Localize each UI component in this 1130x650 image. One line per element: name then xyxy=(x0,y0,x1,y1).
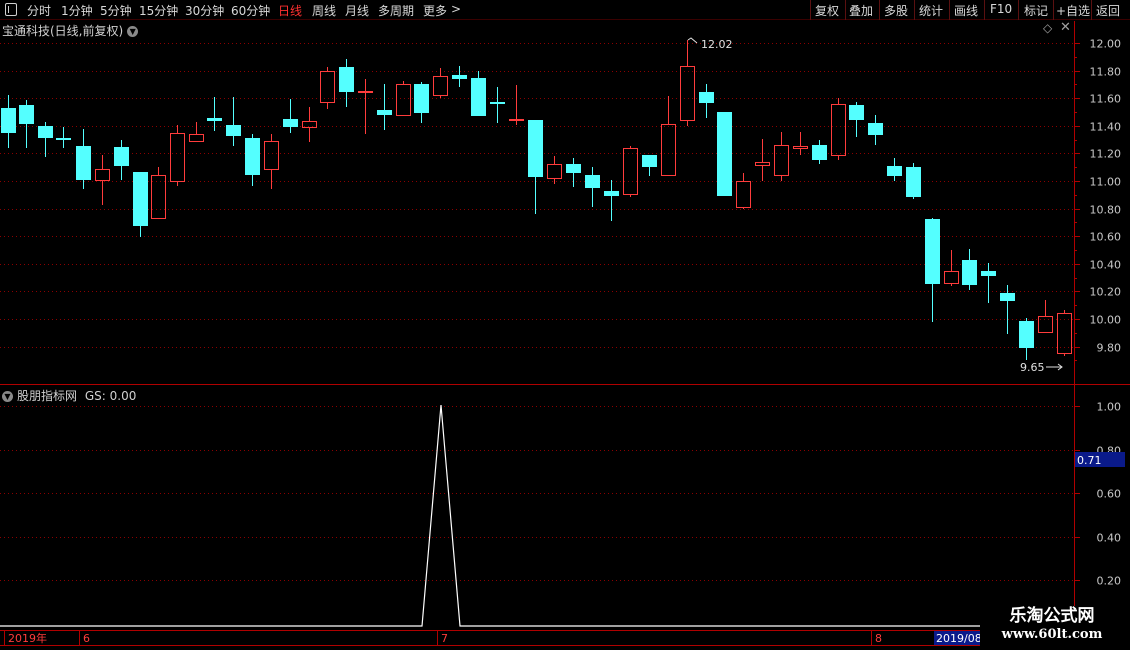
candle-body xyxy=(849,105,864,120)
price-tick-label: 9.80 xyxy=(1097,342,1122,355)
indicator-line xyxy=(0,404,980,627)
candle-body xyxy=(207,118,222,121)
candle-body xyxy=(283,119,298,127)
candle-body xyxy=(1019,321,1034,348)
candle-body xyxy=(452,75,467,79)
watermark-title: 乐淘公式网 xyxy=(1009,606,1095,626)
indicator-tick-label: 1.00 xyxy=(1097,401,1122,414)
time-axis-label: 7 xyxy=(441,632,448,645)
time-axis-label: 8 xyxy=(875,632,882,645)
price-tick-label: 10.80 xyxy=(1090,204,1122,217)
candle-body xyxy=(868,123,883,135)
candle-body xyxy=(226,125,241,136)
candle-body xyxy=(490,102,505,104)
price-axis: 12.00 11.80 11.60 11.40 11.20 11.00 10.80 10.60… xyxy=(1074,38,1121,361)
candle-body xyxy=(1,108,16,133)
candle-body xyxy=(151,175,166,219)
time-axis-label: 2019年 xyxy=(8,631,47,645)
candle-body xyxy=(528,120,543,177)
indicator-axis: 1.000.800.600.400.200.71 xyxy=(1074,401,1125,588)
candle-body xyxy=(699,92,714,103)
candle-body xyxy=(944,271,959,284)
current-value-label: 0.71 xyxy=(1077,454,1102,467)
candle-body xyxy=(906,167,921,197)
candle-body xyxy=(189,134,204,142)
watermark-url: www.60lt.com xyxy=(1001,627,1103,642)
candle-body xyxy=(320,71,335,103)
price-tick-label: 11.20 xyxy=(1090,148,1122,161)
candle-body xyxy=(264,141,279,170)
price-markers: 12.02 9.65 xyxy=(687,37,1063,374)
candle-body xyxy=(547,164,562,179)
candle-body xyxy=(774,145,789,176)
candle-body xyxy=(170,133,185,182)
price-tick-label: 12.00 xyxy=(1090,38,1122,51)
price-tick-label: 10.20 xyxy=(1090,286,1122,299)
candle-body xyxy=(19,105,34,124)
indicator-tick-label: 0.60 xyxy=(1097,488,1122,501)
candle-body xyxy=(56,138,71,140)
time-axis-label: 6 xyxy=(83,632,90,645)
price-tick-label: 11.80 xyxy=(1090,66,1122,79)
candle-body xyxy=(981,271,996,276)
candle-body xyxy=(76,146,91,180)
candle-body xyxy=(623,148,638,195)
price-tick-label: 10.40 xyxy=(1090,259,1122,272)
watermark: 乐淘公式网 www.60lt.com xyxy=(980,606,1124,646)
candle-body xyxy=(509,119,524,121)
candle-body xyxy=(755,162,770,166)
candle-body xyxy=(585,175,600,188)
candle-body xyxy=(114,147,129,166)
candle-body xyxy=(736,181,751,208)
time-axis: 2019年 6 7 8 2019/08 xyxy=(4,631,982,645)
candle-body xyxy=(471,78,486,116)
candle-body xyxy=(1038,316,1053,333)
low-marker-label: 9.65 xyxy=(1020,361,1045,374)
candle-body xyxy=(717,112,732,196)
candle-body xyxy=(414,84,429,113)
price-tick-label: 10.60 xyxy=(1090,231,1122,244)
price-tick-label: 11.40 xyxy=(1090,121,1122,134)
candles xyxy=(1,40,1072,360)
candle-body xyxy=(95,169,110,181)
candle-body xyxy=(339,67,354,92)
candle-body xyxy=(661,124,676,176)
candle-body xyxy=(831,104,846,156)
candle-body xyxy=(133,172,148,226)
price-tick-label: 11.00 xyxy=(1090,176,1122,189)
candle-body xyxy=(566,164,581,173)
candle-body xyxy=(793,146,808,149)
price-tick-label: 10.00 xyxy=(1090,314,1122,327)
candle-body xyxy=(925,219,940,284)
indicator-grid xyxy=(0,406,1074,581)
candle-body xyxy=(812,145,827,160)
candle-body xyxy=(1000,293,1015,301)
candle-body xyxy=(38,126,53,138)
indicator-tick-label: 0.40 xyxy=(1097,532,1122,545)
candle-body xyxy=(604,191,619,196)
candle-body xyxy=(433,76,448,96)
candle-body xyxy=(358,91,373,93)
cursor-date-label: 2019/08 xyxy=(936,632,982,645)
candle-body xyxy=(962,260,977,285)
candle-body xyxy=(887,166,902,176)
candle-body xyxy=(642,155,657,167)
kline-chart[interactable]: 12.00 11.80 11.60 11.40 11.20 11.00 10.80 10.60… xyxy=(0,0,1130,650)
indicator-tick-label: 0.20 xyxy=(1097,575,1122,588)
candle-body xyxy=(377,110,392,115)
price-tick-label: 11.60 xyxy=(1090,93,1122,106)
high-marker-arrow xyxy=(687,37,698,44)
high-marker-label: 12.02 xyxy=(701,38,733,51)
candle-body xyxy=(680,66,695,121)
candle-body xyxy=(396,84,411,116)
candle-body xyxy=(245,138,260,175)
indicator-series-line xyxy=(0,404,980,627)
